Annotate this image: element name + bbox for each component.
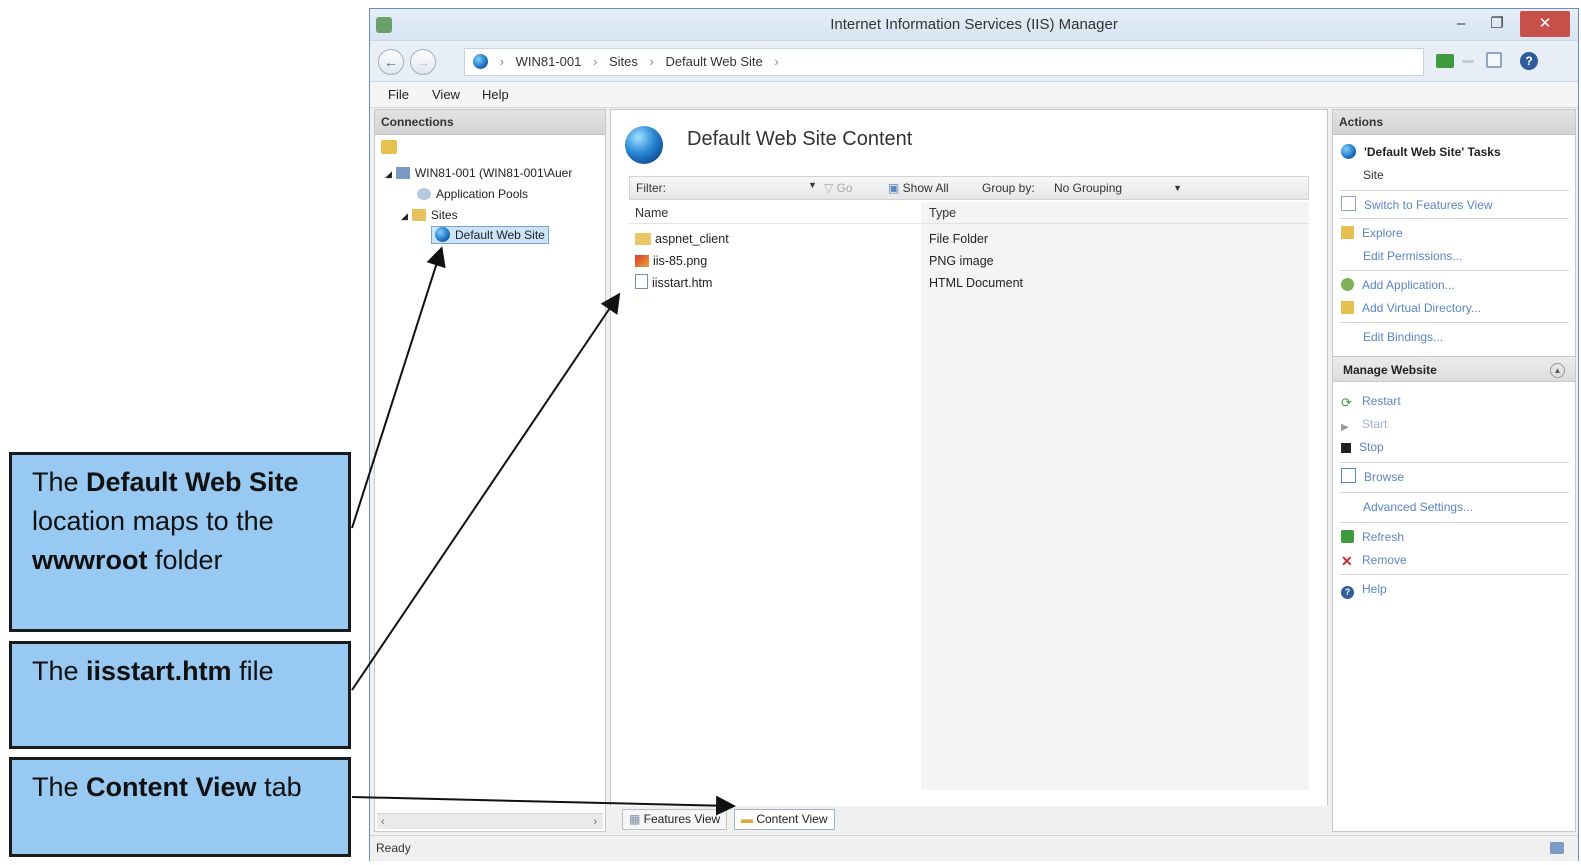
arrow-to-default-web-site <box>351 246 446 529</box>
callout-text: The <box>32 656 87 686</box>
callout-content-view-tab: The Content View tab <box>9 757 351 857</box>
callout-text: tab <box>256 772 302 802</box>
callout-bold: iisstart.htm <box>86 656 232 686</box>
callout-bold: Default Web Site <box>86 467 299 497</box>
callout-text: The <box>32 467 87 497</box>
callout-bold: Content View <box>86 772 257 802</box>
callout-text: The <box>32 772 87 802</box>
callout-text: file <box>231 656 274 686</box>
callout-text: folder <box>147 545 223 575</box>
arrow-to-content-view-tab <box>351 795 736 816</box>
callout-default-web-site: The Default Web Site location maps to th… <box>9 452 351 632</box>
callout-text: location maps to the <box>32 506 274 536</box>
arrow-to-iisstart-file <box>351 292 621 691</box>
callout-bold: wwwroot <box>32 545 148 575</box>
callout-iisstart-file: The iisstart.htm file <box>9 641 351 749</box>
